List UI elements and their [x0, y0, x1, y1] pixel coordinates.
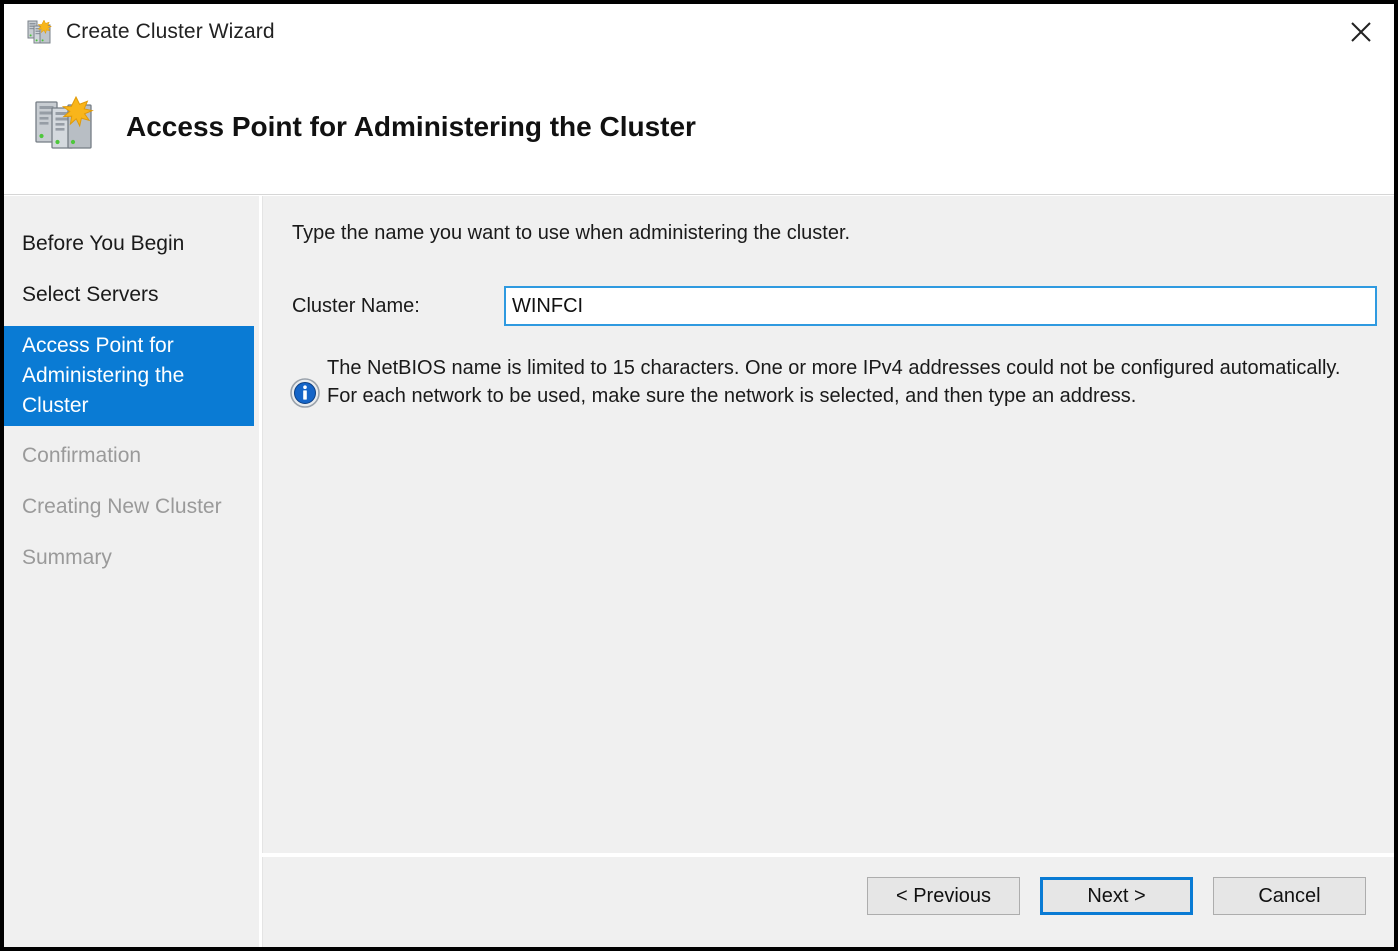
cancel-button[interactable]: Cancel — [1213, 877, 1366, 915]
button-row: < Previous Next > Cancel — [867, 877, 1366, 915]
cluster-name-input[interactable] — [504, 286, 1377, 326]
sidebar-item-summary: Summary — [22, 546, 112, 569]
sidebar-item-select-servers[interactable]: Select Servers — [4, 275, 259, 315]
cluster-servers-icon — [32, 94, 98, 160]
window-title: Create Cluster Wizard — [66, 19, 275, 43]
info-message-box: The NetBIOS name is limited to 15 charac… — [290, 354, 1365, 410]
create-cluster-wizard-window: Create Cluster Wizard Access Point for A… — [0, 0, 1398, 951]
cluster-name-label: Cluster Name: — [292, 294, 420, 317]
sidebar-item-creating-new-cluster: Creating New Cluster — [22, 495, 222, 518]
intro-text: Type the name you want to use when admin… — [292, 222, 851, 244]
page-title: Access Point for Administering the Clust… — [126, 110, 696, 142]
next-button[interactable]: Next > — [1040, 877, 1193, 915]
previous-button[interactable]: < Previous — [867, 877, 1020, 915]
info-message-text: The NetBIOS name is limited to 15 charac… — [327, 357, 1341, 407]
cluster-name-row: Cluster Name: — [292, 286, 1377, 326]
cluster-servers-icon — [26, 18, 54, 46]
wizard-body: Before You Begin Select Servers Access P… — [4, 196, 1394, 947]
page-header: Access Point for Administering the Clust… — [4, 59, 1394, 195]
sidebar-item-confirmation: Confirmation — [22, 444, 142, 467]
info-icon — [290, 378, 320, 408]
wizard-step-nav: Before You Begin Select Servers Access P… — [4, 196, 259, 947]
sidebar-item-access-point[interactable]: Access Point for Administering the Clust… — [4, 326, 254, 426]
close-icon[interactable] — [1328, 4, 1394, 59]
content-panel: Type the name you want to use when admin… — [262, 196, 1394, 853]
title-bar: Create Cluster Wizard — [4, 4, 1394, 59]
dialog-footer: < Previous Next > Cancel — [262, 857, 1394, 947]
sidebar-item-before-you-begin[interactable]: Before You Begin — [4, 224, 259, 264]
